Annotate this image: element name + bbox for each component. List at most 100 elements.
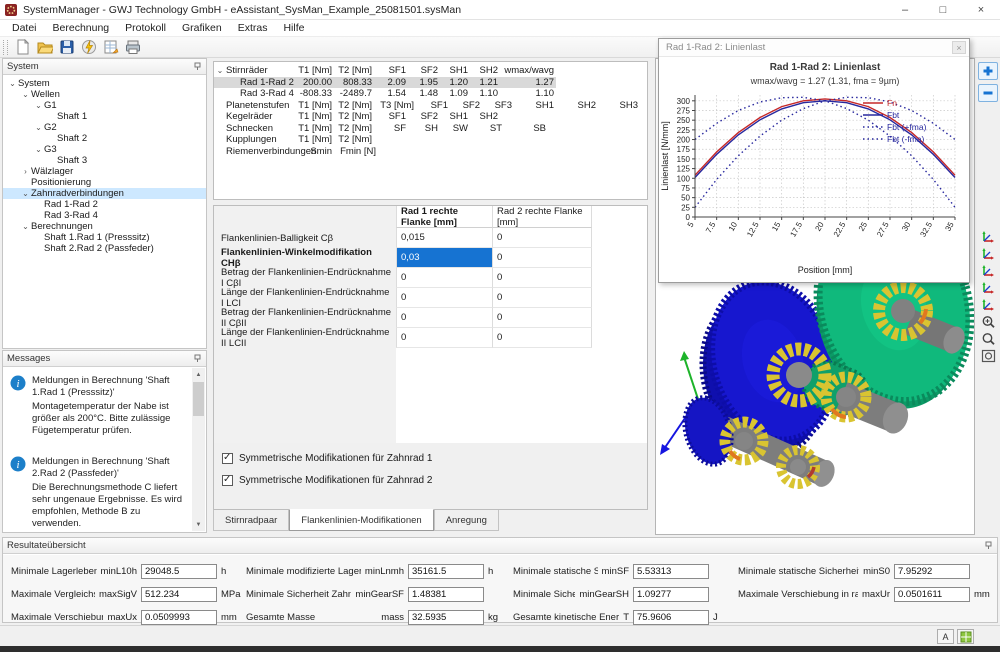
overview-group-kegelr-der[interactable]: Kegelräder T1 [Nm] T2 [Nm] SF1 SF2 SH1 SH2 bbox=[214, 111, 500, 123]
text-mode-button[interactable]: A bbox=[937, 629, 954, 644]
zoom-region-icon[interactable] bbox=[978, 347, 998, 365]
modification-value-cell[interactable]: 0 bbox=[492, 248, 592, 268]
menu-item-hilfe[interactable]: Hilfe bbox=[275, 21, 312, 35]
modification-value-cell[interactable]: 0 bbox=[492, 228, 592, 248]
chevron-down-icon[interactable]: ⌄ bbox=[7, 78, 18, 89]
tree-item-shaft-2[interactable]: Shaft 2 bbox=[3, 133, 206, 144]
modification-value-cell[interactable]: 0,03 bbox=[396, 248, 492, 268]
chevron-down-icon[interactable]: ⌄ bbox=[20, 188, 31, 199]
chart-window-titlebar[interactable]: Rad 1-Rad 2: Linienlast × bbox=[659, 39, 969, 57]
symmetric-modifications-checkbox[interactable]: Symmetrische Modifikationen für Zahnrad … bbox=[222, 472, 647, 488]
modification-value-cell[interactable]: 0 bbox=[492, 328, 592, 348]
scroll-down-icon[interactable]: ▼ bbox=[192, 518, 205, 531]
save-button[interactable] bbox=[56, 38, 78, 57]
tree-item-rad-1-rad-2[interactable]: Rad 1-Rad 2 bbox=[3, 199, 206, 210]
tree-item-berechnungen[interactable]: ⌄ Berechnungen bbox=[3, 221, 206, 232]
tree-item-w-lzlager[interactable]: › Wälzlager bbox=[3, 166, 206, 177]
view-xz-icon[interactable] bbox=[978, 262, 998, 280]
tree-item-shaft-2-rad-2-passfeder-[interactable]: Shaft 2.Rad 2 (Passfeder) bbox=[3, 243, 206, 254]
result-value-minS0[interactable] bbox=[894, 563, 970, 579]
print-button[interactable] bbox=[122, 38, 144, 57]
result-value-minSF[interactable] bbox=[633, 563, 709, 579]
modification-value-cell[interactable]: 0 bbox=[396, 328, 492, 348]
tab-anregung[interactable]: Anregung bbox=[433, 510, 499, 531]
view-xy-icon[interactable] bbox=[978, 245, 998, 263]
symmetric-modifications-checkbox[interactable]: Symmetrische Modifikationen für Zahnrad … bbox=[222, 450, 647, 466]
modification-value-cell[interactable]: 0 bbox=[396, 308, 492, 328]
menu-item-protokoll[interactable]: Protokoll bbox=[117, 21, 174, 35]
overview-row-rad-3-rad-4[interactable]: Rad 3-Rad 4 -808.33 -2489.7 1.54 1.48 1.09 1.1… bbox=[214, 88, 556, 100]
tree-item-shaft-1-rad-1-presssitz-[interactable]: Shaft 1.Rad 1 (Presssitz) bbox=[3, 232, 206, 243]
result-value-maxSigV[interactable] bbox=[141, 586, 217, 602]
chevron-down-icon[interactable]: ⌄ bbox=[33, 100, 44, 111]
result-value-T[interactable] bbox=[633, 609, 709, 625]
calculate-button[interactable] bbox=[78, 38, 100, 57]
chart-close-icon[interactable]: × bbox=[952, 41, 966, 54]
overview-group-stirnr-der[interactable]: ⌄ Stirnräder T1 [Nm] T2 [Nm] SF1 SF2 SH1 SH2 wma… bbox=[214, 65, 556, 77]
menu-item-extras[interactable]: Extras bbox=[230, 21, 276, 35]
pin-icon[interactable] bbox=[193, 354, 202, 363]
magnify-icon[interactable] bbox=[978, 330, 998, 348]
report-button[interactable] bbox=[100, 38, 122, 57]
result-value-maxUx[interactable] bbox=[141, 609, 217, 625]
chevron-down-icon[interactable]: ⌄ bbox=[33, 122, 44, 133]
view-yx-icon[interactable] bbox=[978, 296, 998, 314]
scroll-up-icon[interactable]: ▲ bbox=[192, 368, 205, 381]
modification-value-cell[interactable]: 0 bbox=[492, 308, 592, 328]
modification-value-cell[interactable]: 0 bbox=[396, 288, 492, 308]
modification-value-cell[interactable]: 0 bbox=[492, 288, 592, 308]
tree-item-rad-3-rad-4[interactable]: Rad 3-Rad 4 bbox=[3, 210, 206, 221]
chevron-right-icon[interactable]: › bbox=[20, 166, 31, 177]
tab-stirnradpaar[interactable]: Stirnradpaar bbox=[213, 510, 290, 531]
overview-group-schnecken[interactable]: Schnecken T1 [Nm] T2 [Nm] SF SH SW ST SB bbox=[214, 123, 548, 135]
close-button[interactable]: × bbox=[962, 0, 1000, 19]
pin-icon[interactable] bbox=[193, 62, 202, 71]
menu-item-grafiken[interactable]: Grafiken bbox=[174, 21, 230, 35]
overview-row-rad-1-rad-2[interactable]: Rad 1-Rad 2 200.00 808.33 2.09 1.95 1.20 1.21 1… bbox=[214, 76, 556, 88]
tab-flankenlinien-modifikationen[interactable]: Flankenlinien-Modifikationen bbox=[289, 509, 434, 531]
overview-group-riemenverbindungen[interactable]: Riemenverbindungen Smin Fmin [N] bbox=[214, 146, 378, 158]
result-value-minL10h[interactable] bbox=[141, 563, 217, 579]
open-folder-button[interactable] bbox=[34, 38, 56, 57]
tree-item-positionierung[interactable]: Positionierung bbox=[3, 177, 206, 188]
tree-item-wellen[interactable]: ⌄ Wellen bbox=[3, 89, 206, 100]
zoom-out-button[interactable] bbox=[978, 84, 998, 102]
tree-item-g2[interactable]: ⌄ G2 bbox=[3, 122, 206, 133]
overview-group-kupplungen[interactable]: Kupplungen T1 [Nm] T2 [Nm] bbox=[214, 134, 374, 146]
checkbox-checked-icon[interactable] bbox=[222, 474, 233, 486]
modification-value-cell[interactable]: 0 bbox=[396, 268, 492, 288]
result-value-minGearSH[interactable] bbox=[633, 586, 709, 602]
tree-item-g1[interactable]: ⌄ G1 bbox=[3, 100, 206, 111]
chevron-down-icon[interactable]: ⌄ bbox=[214, 66, 226, 75]
modification-value-cell[interactable]: 0 bbox=[492, 268, 592, 288]
chevron-down-icon[interactable]: ⌄ bbox=[33, 144, 44, 155]
pin-icon[interactable] bbox=[984, 541, 993, 550]
tree-item-system[interactable]: ⌄ System bbox=[3, 78, 206, 89]
view-iso-icon[interactable] bbox=[978, 228, 998, 246]
minimize-button[interactable]: – bbox=[886, 0, 924, 19]
chevron-down-icon[interactable]: ⌄ bbox=[20, 221, 31, 232]
menu-item-datei[interactable]: Datei bbox=[4, 21, 45, 35]
zoom-in-button[interactable] bbox=[978, 62, 998, 80]
view-zx-icon[interactable] bbox=[978, 279, 998, 297]
tree-item-g3[interactable]: ⌄ G3 bbox=[3, 144, 206, 155]
scrollbar-thumb[interactable] bbox=[193, 382, 204, 416]
tree-item-shaft-3[interactable]: Shaft 3 bbox=[3, 155, 206, 166]
maximize-button[interactable]: □ bbox=[924, 0, 962, 19]
messages-scrollbar[interactable]: ▲ ▼ bbox=[192, 368, 205, 531]
toolbar-grip[interactable] bbox=[3, 39, 8, 55]
modification-value-cell[interactable]: 0,015 bbox=[396, 228, 492, 248]
tree-item-zahnradverbindungen[interactable]: ⌄ Zahnradverbindungen bbox=[3, 188, 206, 199]
export-image-button[interactable] bbox=[957, 629, 974, 644]
chevron-down-icon[interactable]: ⌄ bbox=[20, 89, 31, 100]
result-value-minLnmh[interactable] bbox=[408, 563, 484, 579]
overview-group-planetenstufen[interactable]: Planetenstufen T1 [Nm] T2 [Nm] T3 [Nm] SF1 SF… bbox=[214, 100, 640, 112]
result-value-mass[interactable] bbox=[408, 609, 484, 625]
checkbox-checked-icon[interactable] bbox=[222, 452, 233, 464]
menu-item-berechnung[interactable]: Berechnung bbox=[45, 21, 118, 35]
magnify-plus-icon[interactable] bbox=[978, 313, 998, 331]
result-value-maxUr[interactable] bbox=[894, 586, 970, 602]
new-file-button[interactable] bbox=[12, 38, 34, 57]
result-value-minGearSF[interactable] bbox=[408, 586, 484, 602]
tree-item-shaft-1[interactable]: Shaft 1 bbox=[3, 111, 206, 122]
